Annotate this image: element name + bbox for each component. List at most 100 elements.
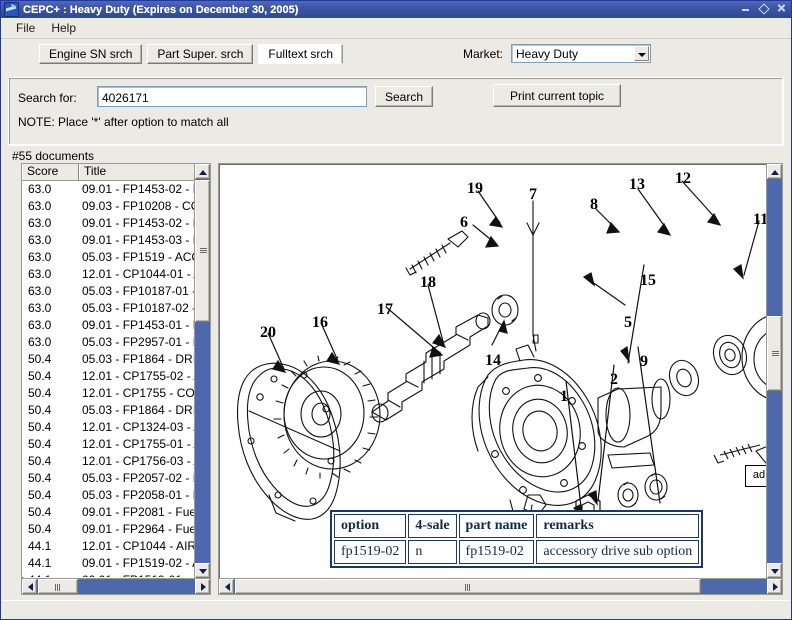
cell-score: 50.4 [22, 504, 79, 521]
results-scroll-up-button[interactable] [195, 164, 210, 179]
cell-title: 05.03 - FP1864 - DRIVE,A [79, 402, 210, 419]
table-row[interactable]: 63.009.01 - FP1453-02 - Fuel [22, 181, 210, 198]
cell-title: 12.01 - CP1755-01 - Air C [79, 436, 210, 453]
search-panel: Search for: Search Print current topic N… [8, 77, 783, 145]
table-row[interactable]: 50.409.01 - FP2964 - Fuel Pur [22, 521, 210, 538]
table-row[interactable]: 50.405.03 - FP1864 - DRIVE,A [22, 351, 210, 368]
tab-part-super-srch[interactable]: Part Super. srch [147, 44, 253, 64]
cell-title: 05.03 - FP2957-01 - Fuel [79, 334, 210, 351]
tab-engine-sn-srch[interactable]: Engine SN srch [39, 44, 142, 64]
chevron-down-icon[interactable] [634, 46, 649, 61]
diagram-scroll-left-button[interactable] [219, 579, 234, 594]
diagram-callout-9: 9 [640, 353, 648, 370]
table-row[interactable]: 63.005.03 - FP10187-02 - Fuel [22, 300, 210, 317]
cell-score: 63.0 [22, 334, 79, 351]
window-title: CEPC+ : Heavy Duty (Expires on December … [23, 4, 298, 16]
market-value: Heavy Duty [512, 47, 578, 61]
print-current-topic-button[interactable]: Print current topic [493, 84, 621, 107]
diagram-scroll-down-button[interactable] [767, 563, 782, 578]
diagram-scroll-right-button[interactable] [767, 579, 782, 594]
table-row[interactable]: 44.109.01 - FP1519-01 - Acce [22, 572, 210, 577]
results-hscroll-thumb[interactable] [38, 579, 78, 594]
menu-item-file[interactable]: File [8, 20, 43, 36]
table-row[interactable]: 44.112.01 - CP1044 - AIR CO [22, 538, 210, 555]
cell-score: 44.1 [22, 555, 79, 572]
results-vertical-scrollbar[interactable] [194, 164, 210, 578]
search-input[interactable] [97, 86, 367, 107]
cell-title: 09.01 - FP2081 - Fuel Pur [79, 504, 210, 521]
table-row[interactable]: 63.009.01 - FP1453-03 - Fuel [22, 232, 210, 249]
market-dropdown[interactable]: Heavy Duty [511, 44, 651, 63]
diagram-panel: 197813121161518517162014921 option 4-sal… [218, 163, 783, 595]
column-header-score[interactable]: Score [22, 164, 79, 180]
title-bar: CEPC+ : Heavy Duty (Expires on December … [1, 1, 791, 18]
table-row[interactable]: 63.009.01 - FP1453-02 - Fuel [22, 215, 210, 232]
option-table-cell-4-sale: n [408, 540, 456, 564]
cell-score: 50.4 [22, 402, 79, 419]
cell-title: 05.03 - FP2057-02 - Fuel [79, 470, 210, 487]
cell-score: 50.4 [22, 368, 79, 385]
search-button[interactable]: Search [375, 86, 433, 107]
diagram-horizontal-scrollbar[interactable] [219, 578, 782, 594]
table-row[interactable]: 50.412.01 - CP1755-01 - Air C [22, 436, 210, 453]
diagram-hscroll-thumb[interactable] [235, 579, 701, 594]
diagram-scroll-up-button[interactable] [767, 164, 782, 179]
search-note: NOTE: Place '*' after option to match al… [18, 115, 229, 129]
table-row[interactable]: 50.412.01 - CP1756-03 - Air C [22, 453, 210, 470]
minimize-button[interactable] [740, 2, 751, 13]
cell-score: 50.4 [22, 470, 79, 487]
table-row[interactable]: 63.005.03 - FP2957-01 - Fuel [22, 334, 210, 351]
table-row[interactable]: 50.405.03 - FP2058-01 - Fuel [22, 487, 210, 504]
maximize-button[interactable] [758, 2, 769, 13]
column-header-title[interactable]: Title [79, 164, 210, 180]
diagram-callout-14: 14 [485, 352, 501, 369]
cell-title: 12.01 - CP1755-02 - Air C [79, 368, 210, 385]
table-row[interactable]: 63.005.03 - FP1519 - ACCESS [22, 249, 210, 266]
table-row[interactable]: 50.405.03 - FP2057-02 - Fuel [22, 470, 210, 487]
cell-title: 09.01 - FP1519-02 - Acce [79, 555, 210, 572]
table-row[interactable]: 50.405.03 - FP1864 - DRIVE,A [22, 402, 210, 419]
diagram-callout-5: 5 [624, 314, 632, 331]
table-row[interactable]: 50.409.01 - FP2081 - Fuel Pur [22, 504, 210, 521]
market-label: Market: [463, 47, 503, 61]
cell-score: 44.1 [22, 572, 79, 577]
diagram-scroll-thumb[interactable] [767, 316, 782, 391]
diagram-canvas[interactable]: 197813121161518517162014921 option 4-sal… [220, 165, 767, 579]
results-scroll-right-button[interactable] [195, 579, 210, 594]
option-table-header-row: option 4-sale part name remarks [334, 514, 699, 538]
table-row[interactable]: 50.412.01 - CP1755-02 - Air C [22, 368, 210, 385]
results-horizontal-scrollbar[interactable] [22, 578, 210, 594]
document-count: #55 documents [12, 149, 94, 163]
table-row[interactable]: 63.009.01 - FP1453-01 - Fuel [22, 317, 210, 334]
option-table-header-part-name: part name [459, 514, 535, 538]
cell-title: 05.03 - FP2058-01 - Fuel [79, 487, 210, 504]
results-list-body[interactable]: 63.009.01 - FP1453-02 - Fuel63.009.03 - … [22, 181, 210, 577]
ad-label-box[interactable]: ad [745, 465, 767, 487]
table-row[interactable]: 63.005.03 - FP10187-01 - Fuel [22, 283, 210, 300]
results-scroll-down-button[interactable] [195, 563, 210, 578]
results-scroll-thumb[interactable] [195, 180, 210, 322]
diagram-vertical-scrollbar[interactable] [766, 164, 782, 578]
results-scroll-left-button[interactable] [22, 579, 37, 594]
cell-score: 63.0 [22, 249, 79, 266]
table-row[interactable]: 50.412.01 - CP1324-03 - Air C [22, 419, 210, 436]
tab-fulltext-srch[interactable]: Fulltext srch [258, 44, 343, 64]
table-row[interactable]: 63.009.03 - FP10208 - COUPL [22, 198, 210, 215]
table-row[interactable]: 50.412.01 - CP1755 - COMPR [22, 385, 210, 402]
menu-item-help[interactable]: Help [43, 20, 84, 36]
diagram-callout-2: 2 [610, 371, 618, 388]
diagram-callout-13: 13 [629, 176, 645, 193]
cell-score: 63.0 [22, 181, 79, 198]
market-selector: Market: Heavy Duty [463, 44, 651, 63]
table-row[interactable]: 44.109.01 - FP1519-02 - Acce [22, 555, 210, 572]
table-row[interactable]: 63.012.01 - CP1044-01 - Air C [22, 266, 210, 283]
option-table-cell-option[interactable]: fp1519-02 [334, 540, 406, 564]
option-table-cell-part-name[interactable]: fp1519-02 [459, 540, 535, 564]
cell-title: 05.03 - FP1864 - DRIVE,A [79, 351, 210, 368]
cell-title: 09.01 - FP1453-02 - Fuel [79, 215, 210, 232]
application-window: CEPC+ : Heavy Duty (Expires on December … [0, 0, 792, 620]
menu-bar: File Help [1, 18, 791, 39]
cell-score: 63.0 [22, 317, 79, 334]
close-button[interactable] [776, 2, 787, 13]
status-bar [2, 600, 790, 618]
